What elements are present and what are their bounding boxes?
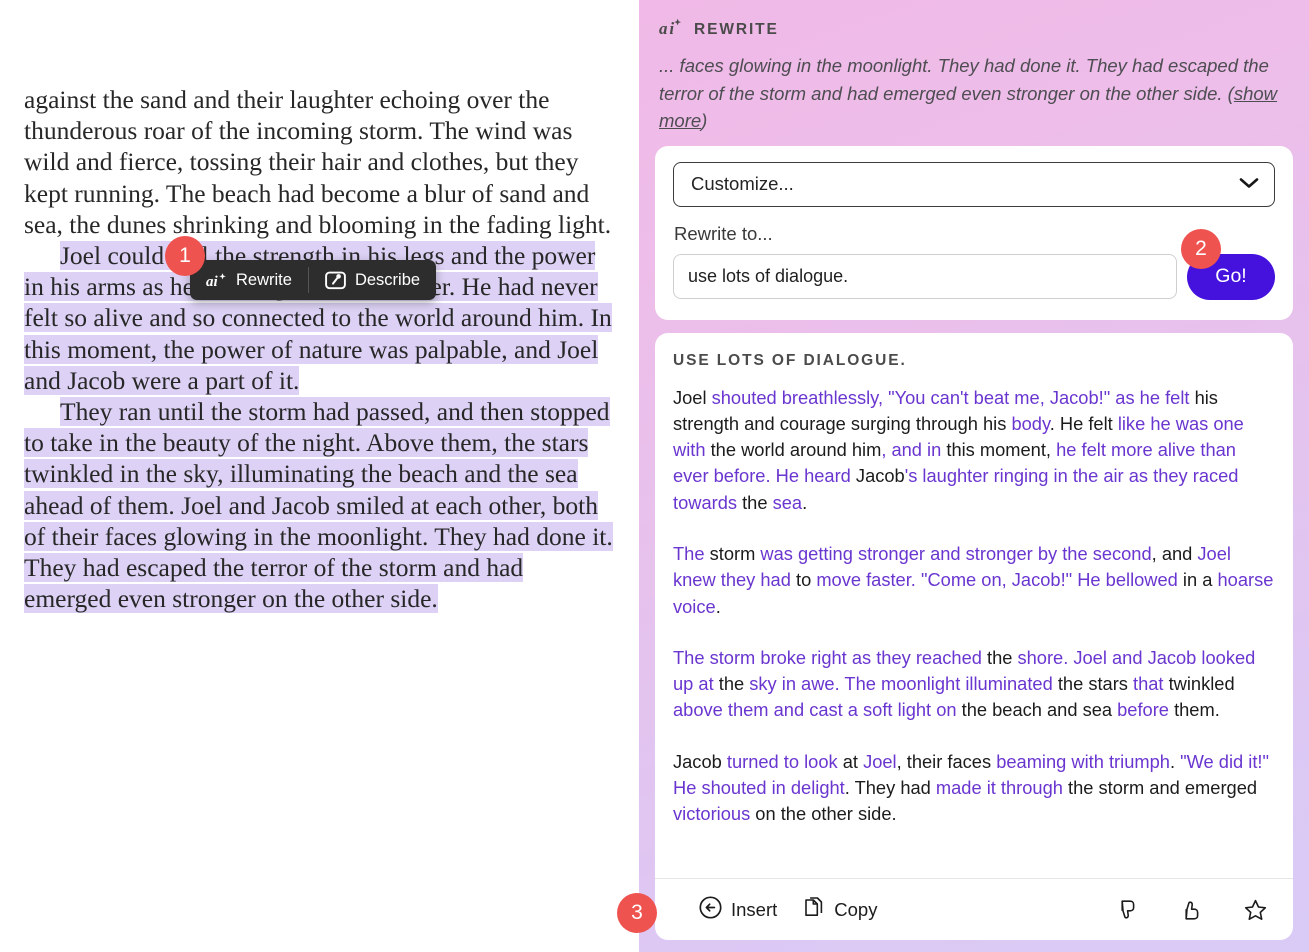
snippet-text: ... faces glowing in the moonlight. They… — [659, 55, 1269, 104]
rewrite-input[interactable] — [673, 254, 1177, 299]
rewrite-panel: ai REWRITE ... faces glowing in the moon… — [639, 0, 1309, 952]
page-title: REWRITE — [694, 21, 779, 38]
diff-unchanged-text: . They had — [844, 777, 936, 799]
diff-unchanged-text: his — [982, 412, 1012, 434]
ai-sparkle-icon: ai — [206, 272, 227, 289]
diff-unchanged-text: . — [802, 491, 808, 513]
diff-unchanged-text: to — [795, 569, 817, 591]
rewrite-result-card: USE LOTS OF DIALOGUE. Joel shouted breat… — [655, 332, 1293, 940]
diff-unchanged-text: the storm and emerged — [1068, 777, 1258, 799]
panel-header: ai REWRITE ... faces glowing in the moon… — [655, 11, 1293, 146]
app-root: against the sand and their laughter echo… — [0, 0, 1309, 952]
result-paragraph: The storm broke right as they reached th… — [673, 645, 1275, 724]
result-paragraph: Jacob turned to look at Joel, their face… — [673, 749, 1275, 828]
chevron-down-icon — [1238, 173, 1260, 195]
ai-sparkle-icon: ai — [659, 18, 683, 42]
document-paragraph[interactable]: against the sand and their laughter echo… — [24, 84, 615, 240]
diff-added-text: sea — [772, 491, 803, 513]
diff-added-text: The — [673, 542, 710, 564]
diff-added-text: body — [1011, 412, 1050, 434]
panel-title-row: ai REWRITE — [659, 18, 1289, 42]
customize-dropdown[interactable]: Customize... — [673, 161, 1275, 207]
snippet-tail: ) — [701, 110, 708, 131]
diff-added-text: made it through — [935, 777, 1069, 799]
arrow-left-circle-icon — [699, 895, 722, 924]
diff-added-text: was getting stronger and stronger by the… — [760, 542, 1152, 564]
diff-added-text: , and in — [881, 439, 947, 461]
callout-badge-3: 3 — [617, 893, 657, 933]
result-paragraph: The storm was getting stronger and stron… — [673, 541, 1275, 620]
diff-unchanged-text: at — [842, 750, 864, 772]
insert-button[interactable]: Insert — [699, 895, 778, 924]
diff-added-text: turned to look — [726, 750, 843, 772]
thumbs-up-icon[interactable] — [1172, 898, 1210, 922]
diff-added-text: that — [1133, 673, 1169, 695]
document-paragraph-selected[interactable]: They ran until the storm had passed, and… — [24, 396, 615, 614]
diff-unchanged-text: Jacob — [855, 465, 905, 487]
star-outline-icon[interactable] — [1236, 898, 1275, 922]
copy-button[interactable]: Copy — [803, 896, 877, 924]
diff-unchanged-text: . — [1169, 750, 1181, 772]
diff-added-text: move faster. "Come on, Jacob!" He bellow… — [816, 569, 1183, 591]
diff-unchanged-text: , and — [1151, 542, 1198, 564]
diff-added-text: shouted breathlessly, "You can't beat me… — [711, 386, 1195, 408]
diff-unchanged-text: in a — [1182, 569, 1218, 591]
diff-unchanged-text: the — [986, 646, 1018, 668]
thumbs-down-icon[interactable] — [1108, 898, 1146, 922]
describe-button-label: Describe — [354, 270, 421, 289]
diff-added-text: Joel — [863, 750, 897, 772]
callout-badge-2: 2 — [1181, 229, 1221, 269]
diff-unchanged-text: , their faces — [896, 750, 997, 772]
diff-added-text: victorious — [673, 803, 756, 825]
result-body: USE LOTS OF DIALOGUE. Joel shouted breat… — [655, 333, 1293, 879]
rewrite-button[interactable]: ai Rewrite — [190, 260, 308, 300]
describe-button[interactable]: Describe — [309, 260, 436, 300]
copy-button-label: Copy — [834, 898, 878, 920]
result-paragraph: Joel shouted breathlessly, "You can't be… — [673, 385, 1275, 516]
selected-text: They ran until the storm had passed, and… — [24, 397, 613, 614]
diff-added-text: sky in awe. The moonlight illuminated — [749, 673, 1058, 695]
diff-unchanged-text: . — [715, 595, 721, 617]
diff-unchanged-text: the world around him — [710, 439, 882, 461]
diff-unchanged-text: Jacob — [673, 750, 727, 772]
result-action-bar: Insert Copy — [655, 878, 1293, 940]
diff-unchanged-text: on the other side. — [755, 803, 897, 825]
diff-unchanged-text: them. — [1174, 699, 1220, 721]
result-title: USE LOTS OF DIALOGUE. — [673, 351, 907, 369]
diff-unchanged-text: the stars — [1057, 673, 1134, 695]
diff-added-text: above them and cast a soft light on — [673, 699, 962, 721]
diff-unchanged-text: storm — [709, 542, 761, 564]
copy-documents-icon — [803, 896, 825, 924]
diff-unchanged-text: Joel — [673, 386, 712, 408]
diff-unchanged-text: the beach and sea — [961, 699, 1118, 721]
diff-added-text: beaming with triumph — [996, 750, 1170, 772]
insert-button-label: Insert — [731, 898, 778, 920]
floating-selection-toolbar: ai Rewrite Describe — [190, 260, 437, 300]
diff-unchanged-text: the — [718, 673, 750, 695]
diff-unchanged-text: the — [742, 491, 773, 513]
document-canvas[interactable]: against the sand and their laughter echo… — [0, 0, 639, 952]
customize-dropdown-value: Customize... — [691, 173, 794, 194]
rewrite-button-label: Rewrite — [236, 270, 292, 289]
diff-unchanged-text: this moment, — [946, 439, 1057, 461]
diff-added-text: before — [1117, 699, 1175, 721]
diff-unchanged-text: twinkled — [1168, 673, 1235, 695]
svg-text:ai: ai — [659, 19, 676, 37]
paragraph-text: against the sand and their laughter echo… — [24, 85, 612, 239]
svg-text:ai: ai — [206, 274, 219, 289]
source-snippet: ... faces glowing in the moonlight. They… — [659, 52, 1289, 135]
magic-wand-image-icon — [325, 271, 346, 290]
diff-unchanged-text: . He felt — [1049, 412, 1118, 434]
callout-badge-1: 1 — [165, 236, 205, 276]
diff-added-text: The storm broke right as they reached — [673, 646, 987, 668]
